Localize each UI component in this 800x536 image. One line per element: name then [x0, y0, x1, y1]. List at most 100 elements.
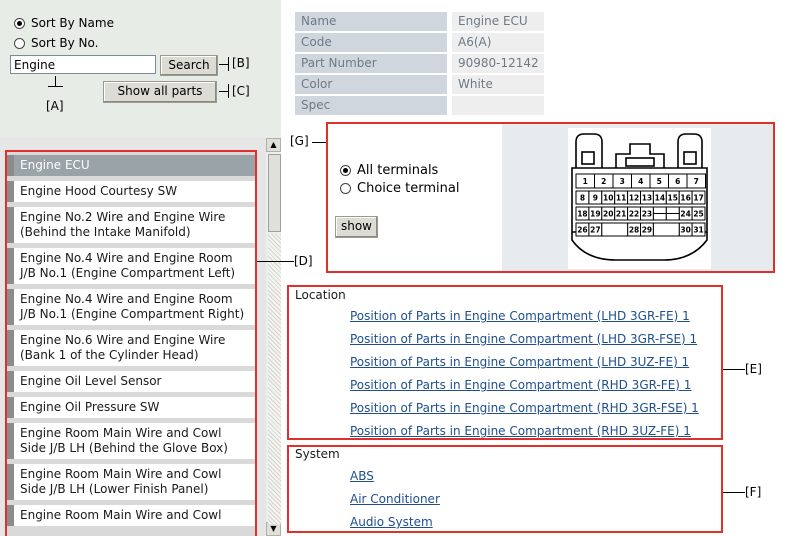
choice-terminal-option[interactable]: Choice terminal	[340, 181, 459, 196]
connector-pin-label: 21	[616, 210, 626, 219]
parts-list-item-label: Engine ECU	[20, 158, 90, 172]
info-part-label: Part Number	[295, 54, 447, 73]
parts-list-item[interactable]: Engine No.4 Wire and Engine Room J/B No.1…	[7, 248, 255, 284]
system-link[interactable]: Audio System	[350, 515, 433, 529]
connector-pin-label: 26	[577, 226, 587, 235]
callout-b-line	[219, 64, 228, 65]
parts-list-item-sublabel: (Behind the Intake Manifold)	[20, 225, 191, 239]
scroll-up-icon[interactable]: ▲	[266, 138, 281, 152]
parts-list-item[interactable]: Engine Hood Courtesy SW	[7, 181, 255, 202]
callout-b: [B]	[232, 56, 250, 70]
location-link[interactable]: Position of Parts in Engine Compartment …	[350, 378, 691, 392]
location-link[interactable]: Position of Parts in Engine Compartment …	[350, 355, 689, 369]
info-code-label: Code	[295, 33, 447, 52]
sort-by-no-label: Sort By No.	[31, 36, 99, 50]
connector-pin-label: 7	[694, 177, 699, 186]
connector-pin-label: 27	[590, 226, 600, 235]
parts-list-item[interactable]: Engine Room Main Wire and Cowl	[7, 505, 255, 526]
show-all-parts-button[interactable]: Show all parts	[103, 81, 217, 103]
connector-pin-cell[interactable]	[601, 222, 629, 237]
parts-list-item-label: Engine Room Main Wire and Cowl	[20, 426, 222, 440]
location-link[interactable]: Position of Parts in Engine Compartment …	[350, 401, 699, 415]
info-part-value: 90980-12142	[452, 54, 544, 73]
connector-pin-cell[interactable]	[652, 206, 667, 214]
connector-pin-label: 20	[603, 210, 613, 219]
info-spec-label: Spec	[295, 96, 447, 115]
sort-by-name-option[interactable]: Sort By Name	[14, 16, 114, 30]
connector-pin-label: 6	[675, 177, 680, 186]
connector-pin-label: 3	[620, 177, 625, 186]
show-terminal-button[interactable]: show	[335, 216, 378, 238]
connector-pin-label: 24	[680, 210, 690, 219]
parts-list-item-sublabel: J/B No.1 (Engine Compartment Right)	[20, 307, 245, 321]
callout-g: [G]	[290, 134, 309, 148]
sort-by-no-option[interactable]: Sort By No.	[14, 36, 98, 50]
connector-pin-cell[interactable]	[665, 206, 680, 214]
location-link[interactable]: Position of Parts in Engine Compartment …	[350, 332, 697, 346]
system-link[interactable]: ABS	[350, 469, 374, 483]
scroll-down-icon[interactable]: ▼	[266, 522, 281, 536]
location-link[interactable]: Position of Parts in Engine Compartment …	[350, 309, 690, 323]
callout-a-tick	[48, 86, 63, 87]
parts-list-item-label: Engine Oil Pressure SW	[20, 400, 160, 414]
parts-list-item-label: Engine No.6 Wire and Engine Wire	[20, 333, 226, 347]
callout-f-line	[723, 492, 745, 493]
callout-f: [F]	[745, 485, 762, 499]
system-title: System	[295, 447, 340, 461]
connector-pin-label: 5	[657, 177, 662, 186]
connector-pin-label: 13	[642, 194, 652, 203]
scrollbar-track[interactable]	[268, 234, 281, 524]
connector-pin-label: 23	[642, 210, 652, 219]
parts-list-item-sublabel: Side J/B LH (Lower Finish Panel)	[20, 482, 209, 496]
parts-list-item[interactable]: Engine ECU	[7, 155, 255, 176]
callout-c: [C]	[232, 84, 250, 98]
parts-list-item[interactable]: Engine Room Main Wire and Cowl Side J/B L…	[7, 423, 255, 459]
parts-list-item[interactable]: Engine No.4 Wire and Engine Room J/B No.1…	[7, 289, 255, 325]
connector-pin-cell[interactable]	[652, 213, 667, 221]
connector-pin-label: 11	[616, 194, 626, 203]
all-terminals-label: All terminals	[357, 163, 439, 178]
parts-list-item[interactable]: Engine Oil Pressure SW	[7, 397, 255, 418]
parts-list-item-label: Engine No.2 Wire and Engine Wire	[20, 210, 226, 224]
choice-terminal-radio[interactable]	[340, 183, 351, 194]
all-terminals-option[interactable]: All terminals	[340, 163, 438, 178]
search-button[interactable]: Search	[160, 55, 218, 76]
search-input[interactable]	[10, 55, 156, 74]
connector-pin-label: 16	[680, 194, 690, 203]
info-code-value: A6(A)	[452, 33, 544, 52]
sort-by-name-radio[interactable]	[14, 17, 25, 29]
connector-pin-label: 2	[601, 177, 606, 186]
connector-diagram: 1 2 3 4 5 6 78 9 10 11 12 13 14 15 16 1718 19 20 21 22 23 24 2…	[568, 128, 711, 269]
connector-pin-label: 9	[593, 194, 598, 203]
callout-a: [A]	[46, 99, 64, 113]
info-spec-value	[452, 96, 544, 115]
location-link[interactable]: Position of Parts in Engine Compartment …	[350, 424, 691, 438]
parts-list-item-label: Engine Room Main Wire and Cowl	[20, 467, 222, 481]
parts-list-item[interactable]: Engine No.6 Wire and Engine Wire (Bank 1 …	[7, 330, 255, 366]
connector-pin-label: 22	[629, 210, 639, 219]
connector-pin-label: 1	[583, 177, 588, 186]
connector-pin-label: 14	[655, 194, 665, 203]
parts-list-item[interactable]: Engine No.2 Wire and Engine Wire (Behind …	[7, 207, 255, 243]
connector-pin-label: 17	[693, 194, 703, 203]
connector-pin-label: 31	[693, 226, 703, 235]
parts-list: Engine ECU Engine Hood Courtesy SW Engine …	[5, 150, 257, 536]
callout-c-line	[219, 91, 228, 92]
parts-list-item[interactable]: Engine Oil Level Sensor	[7, 371, 255, 392]
callout-c-tick	[228, 84, 229, 98]
choice-terminal-label: Choice terminal	[357, 181, 460, 196]
parts-list-item-label: Engine Hood Courtesy SW	[20, 184, 178, 198]
location-title: Location	[295, 288, 346, 302]
connector-pin-label: 25	[693, 210, 703, 219]
connector-pin-cell[interactable]	[665, 213, 680, 221]
sort-by-no-radio[interactable]	[14, 37, 25, 49]
system-link[interactable]: Air Conditioner	[350, 492, 440, 506]
connector-pin-label: 15	[668, 194, 678, 203]
parts-list-item-label: Engine No.4 Wire and Engine Room	[20, 251, 233, 265]
parts-list-item[interactable]: Engine Room Main Wire and Cowl Side J/B L…	[7, 464, 255, 500]
connector-pin-cell[interactable]	[652, 222, 680, 237]
connector-pin-label: 18	[577, 210, 587, 219]
callout-e-line	[723, 369, 745, 370]
scrollbar-thumb[interactable]	[268, 154, 281, 232]
all-terminals-radio[interactable]	[340, 165, 351, 176]
